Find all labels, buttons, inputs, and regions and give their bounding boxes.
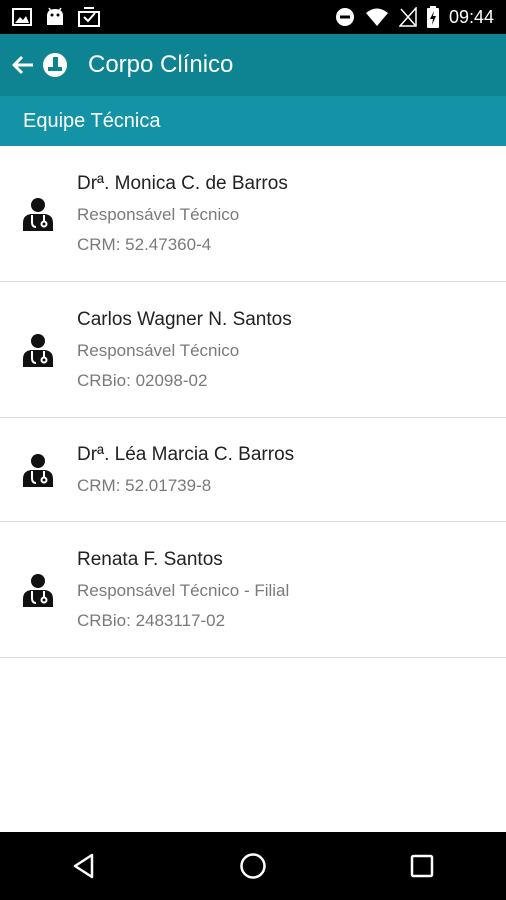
- dnd-icon: [335, 8, 354, 26]
- staff-role: Responsável Técnico - Filial: [77, 580, 290, 600]
- staff-name: Drª. Léa Marcia C. Barros: [77, 443, 295, 465]
- android-icon: [47, 7, 63, 25]
- back-button[interactable]: [10, 52, 36, 78]
- image-icon: [12, 8, 32, 26]
- recents-square-icon: [410, 854, 433, 878]
- section-title: Equipe Técnica: [23, 109, 161, 132]
- staff-registry: CRBio: 2483117-02: [77, 610, 226, 630]
- section-header: Equipe Técnica: [0, 96, 506, 146]
- nav-recents-button[interactable]: [392, 836, 452, 896]
- staff-role: Responsável Técnico: [77, 204, 240, 224]
- staff-registry: CRM: 52.47360-4: [77, 234, 212, 254]
- download-icon: [78, 7, 100, 27]
- arrow-back-icon: [12, 55, 33, 75]
- staff-name: Drª. Monica C. de Barros: [77, 172, 288, 194]
- doctor-icon: [23, 453, 53, 487]
- doctor-icon: [23, 333, 53, 367]
- doctor-icon: [23, 573, 53, 607]
- no-signal-icon: [398, 7, 417, 27]
- home-circle-icon: [240, 853, 266, 879]
- battery-charging-icon: [426, 6, 439, 28]
- nav-home-button[interactable]: [223, 836, 283, 896]
- staff-registry: CRBio: 02098-02: [77, 370, 208, 390]
- list-item[interactable]: Drª. Léa Marcia C. Barros CRM: 52.01739-…: [0, 418, 506, 522]
- page-title: Corpo Clínico: [88, 51, 234, 78]
- status-bar: 09:44: [0, 0, 506, 34]
- staff-list: Drª. Monica C. de Barros Responsável Téc…: [0, 146, 506, 658]
- wifi-icon: [365, 8, 388, 26]
- app-logo-icon: [43, 53, 67, 77]
- navigation-bar: [0, 832, 506, 900]
- list-item[interactable]: Drª. Monica C. de Barros Responsável Téc…: [0, 146, 506, 282]
- doctor-icon: [23, 197, 53, 231]
- back-triangle-icon: [74, 853, 94, 879]
- list-item[interactable]: Renata F. Santos Responsável Técnico - F…: [0, 522, 506, 658]
- list-item[interactable]: Carlos Wagner N. Santos Responsável Técn…: [0, 282, 506, 418]
- status-time: 09:44: [448, 6, 494, 27]
- staff-name: Carlos Wagner N. Santos: [77, 308, 292, 330]
- nav-back-button[interactable]: [54, 836, 114, 896]
- app-bar: Corpo Clínico: [0, 34, 506, 96]
- staff-name: Renata F. Santos: [77, 548, 223, 570]
- staff-registry: CRM: 52.01739-8: [77, 475, 212, 495]
- staff-role: Responsável Técnico: [77, 340, 240, 360]
